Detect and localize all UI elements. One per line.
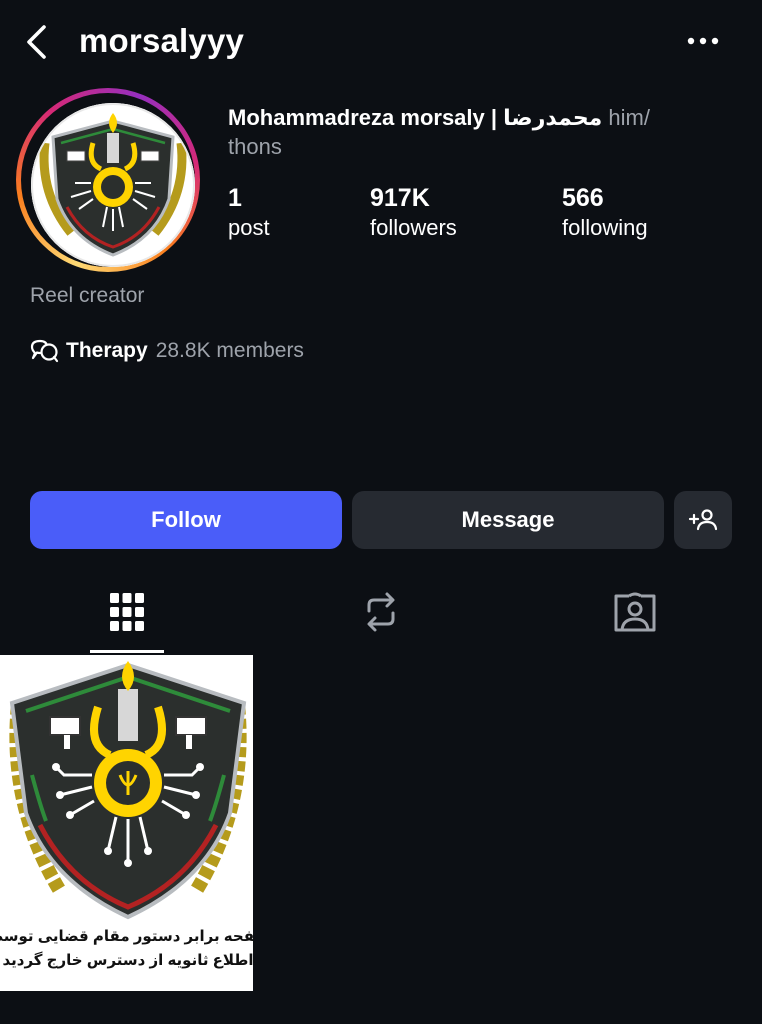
- caption-line-2: تا اطلاع ثانویه از دسترس خارج گردید: [2, 952, 253, 969]
- tab-reposts[interactable]: [254, 570, 508, 654]
- grid-icon: [110, 593, 144, 631]
- followers-stat[interactable]: 917K followers: [370, 182, 457, 242]
- name-separator: |: [490, 105, 498, 130]
- emblem-logo: [31, 103, 195, 267]
- post-caption: صفحه برابر دستور مقام قضایی توسط تا اطلا…: [0, 925, 253, 973]
- message-label: Message: [461, 507, 555, 532]
- following-label: following: [562, 215, 648, 240]
- posts-label: post: [228, 215, 270, 240]
- posts-stat[interactable]: 1 post: [228, 182, 270, 242]
- display-name-persian: محمدرضا: [503, 105, 603, 130]
- suggested-accounts-button[interactable]: [674, 491, 732, 549]
- follow-label: Follow: [151, 507, 221, 532]
- post-thumbnail[interactable]: صفحه برابر دستور مقام قضایی توسط تا اطلا…: [0, 655, 253, 991]
- profile-username: morsalyyy: [79, 22, 245, 59]
- followers-count: 917K: [370, 184, 430, 212]
- channel-name: Therapy: [66, 339, 148, 362]
- posts-count: 1: [228, 184, 242, 212]
- add-person-icon: [688, 509, 718, 531]
- broadcast-channel-link[interactable]: Therapy 28.8K members: [30, 336, 304, 366]
- reposts-icon: [367, 592, 395, 632]
- channel-members: 28.8K members: [155, 339, 304, 362]
- followers-label: followers: [370, 215, 457, 240]
- following-count: 566: [562, 184, 604, 212]
- display-name: Mohammadreza morsaly: [228, 105, 485, 130]
- more-horizontal-icon: [687, 37, 719, 45]
- pronouns-continued: thons: [228, 134, 282, 159]
- pronouns: him/: [608, 105, 650, 130]
- tagged-icon: [614, 592, 656, 632]
- caption-line-1: صفحه برابر دستور مقام قضایی توسط: [0, 928, 253, 945]
- profile-tabs: [0, 570, 762, 654]
- message-button[interactable]: Message: [352, 491, 664, 549]
- story-ring[interactable]: [16, 88, 200, 272]
- tab-posts-grid[interactable]: [0, 570, 254, 654]
- broadcast-channel-icon: [30, 337, 60, 365]
- active-tab-indicator: [90, 650, 164, 653]
- chevron-left-icon: [27, 25, 46, 59]
- profile-category: Reel creator: [30, 284, 145, 307]
- emblem-image: [0, 655, 253, 925]
- top-bar: morsalyyy: [0, 0, 762, 82]
- profile-avatar[interactable]: [31, 103, 195, 267]
- following-stat[interactable]: 566 following: [562, 182, 648, 242]
- tab-tagged[interactable]: [508, 570, 762, 654]
- back-button[interactable]: [18, 22, 54, 62]
- follow-button[interactable]: Follow: [30, 491, 342, 549]
- display-name-line: Mohammadreza morsaly | محمدرضا him/ thon…: [228, 103, 728, 161]
- more-options-button[interactable]: [682, 26, 724, 56]
